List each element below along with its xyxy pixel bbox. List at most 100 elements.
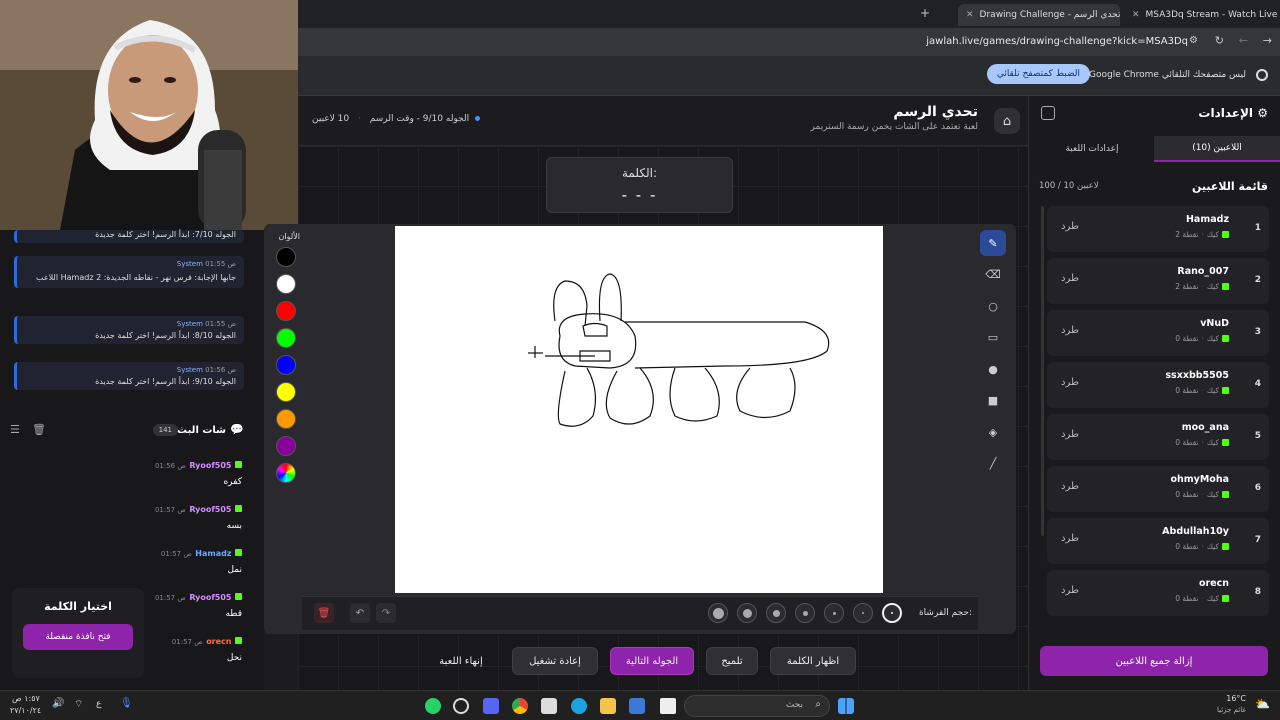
redo-button[interactable]: ↷ [376, 603, 396, 623]
line-tool[interactable]: ╱ [980, 451, 1006, 477]
circle-tool[interactable]: ○ [980, 293, 1006, 319]
player-platform: كيك [1206, 334, 1219, 343]
bucket-tool[interactable]: ◈ [980, 419, 1006, 445]
system-message: System 01:55 ص اللاعب Hamadz جابها الإجا… [14, 256, 244, 288]
open-window-button[interactable]: فتح نافذة منفصلة [23, 624, 133, 650]
fill-rect-tool[interactable]: ■ [980, 388, 1006, 414]
volume-icon[interactable]: 🔊 [52, 698, 64, 709]
drawing-canvas[interactable] [395, 226, 883, 593]
app-icon[interactable] [453, 698, 469, 714]
whatsapp-icon[interactable] [425, 698, 441, 714]
language-indicator[interactable]: ع [96, 699, 101, 709]
kick-player-button[interactable]: طرد [1061, 377, 1079, 388]
new-tab-icon[interactable]: + [920, 6, 930, 20]
chat-text: قطه [225, 609, 242, 619]
tab-game-settings[interactable]: إعدادات اللعبة [1029, 136, 1155, 162]
set-default-button[interactable]: الضبط كمتصفح تلقائي [986, 64, 1090, 84]
kick-player-button[interactable]: طرد [1061, 273, 1079, 284]
site-settings-icon[interactable]: ⚙ [1189, 35, 1198, 46]
chat-time: 01:57 ص [160, 550, 192, 558]
tab-drawing-challenge[interactable]: ✕ Drawing Challenge - تحدي الرسم [958, 4, 1120, 26]
fill-circle-tool[interactable]: ● [980, 356, 1006, 382]
kick-icon [1222, 491, 1229, 498]
settings-title: الإعدادات ⚙ [1198, 106, 1268, 120]
show-word-button[interactable]: اظهار الكلمة [770, 647, 856, 675]
color-swatch[interactable] [276, 247, 296, 267]
kick-player-button[interactable]: طرد [1061, 325, 1079, 336]
chrome-taskbar-icon[interactable] [512, 698, 528, 714]
color-swatch[interactable] [276, 328, 296, 348]
home-button[interactable]: ⌂ [994, 108, 1020, 134]
window-icon[interactable] [660, 698, 676, 714]
collapse-panel-icon[interactable] [1041, 106, 1055, 120]
brush-size-xl[interactable] [708, 603, 728, 623]
player-points: 2 نقطة [1175, 230, 1199, 239]
brush-size-m[interactable] [766, 603, 786, 623]
next-round-button[interactable]: الجوله التالية [610, 647, 694, 675]
eraser-tool[interactable]: ⌫ [980, 262, 1006, 288]
player-row: 8 orecn 0 نقطة · كيك طرد [1047, 570, 1269, 616]
eraser-icon: ⌫ [985, 268, 1001, 281]
trash-icon[interactable]: 🗑 [32, 423, 46, 436]
hint-button[interactable]: تلميح [706, 647, 758, 675]
kick-player-button[interactable]: طرد [1061, 533, 1079, 544]
tab-close-icon[interactable]: ✕ [966, 10, 974, 20]
remove-all-players-button[interactable]: إزالة جميع اللاعبين [1040, 646, 1268, 676]
kick-icon [235, 593, 242, 600]
photos-icon[interactable] [629, 698, 645, 714]
kick-player-button[interactable]: طرد [1061, 221, 1079, 232]
kick-player-button[interactable]: طرد [1061, 429, 1079, 440]
reload-icon[interactable]: ↻ [1215, 34, 1224, 47]
back-icon[interactable]: ← [1239, 34, 1248, 47]
mic-icon[interactable]: 🎙 [120, 698, 133, 709]
tab-close-icon[interactable]: ✕ [1132, 10, 1140, 20]
custom-color-swatch[interactable] [276, 463, 296, 483]
color-swatch[interactable] [276, 355, 296, 375]
folder-icon[interactable] [600, 698, 616, 714]
delete-button[interactable]: 🗑 [314, 603, 334, 623]
player-rank: 4 [1254, 379, 1261, 389]
game-header: ⌂ تحدي الرسم لعبة تعتمد على الشات يخمن ر… [298, 96, 1028, 146]
color-swatch[interactable] [276, 301, 296, 321]
brush-size-l[interactable] [737, 603, 757, 623]
brush-size-s[interactable] [795, 603, 815, 623]
tab-players[interactable]: اللاعبين (10) [1154, 136, 1280, 162]
restart-button[interactable]: إعادة تشغيل [512, 647, 598, 675]
chat-time: 01:57 ص [171, 638, 203, 646]
player-platform: كيك [1206, 542, 1219, 551]
rect-tool[interactable]: ▭ [980, 325, 1006, 351]
kick-player-button[interactable]: طرد [1061, 481, 1079, 492]
store-icon[interactable] [541, 698, 557, 714]
scrollbar[interactable] [1041, 206, 1044, 536]
edge-icon[interactable] [571, 698, 587, 714]
kick-icon [1222, 595, 1229, 602]
player-name: Abdullah10y [1162, 526, 1229, 537]
undo-button[interactable]: ↶ [350, 603, 370, 623]
player-platform: كيك [1206, 438, 1219, 447]
wifi-icon[interactable]: ⌔ [74, 698, 83, 711]
system-text: الجوله 9/10: ابدأ الرسم! اختر كلمة جديدة [95, 377, 236, 386]
player-platform: كيك [1206, 490, 1219, 499]
color-swatch[interactable] [276, 436, 296, 456]
forward-icon[interactable]: → [1263, 34, 1272, 47]
player-meta: 0 نقطة · كيك [1175, 542, 1229, 551]
brush-size-xxs[interactable] [853, 603, 873, 623]
brush-size-selected[interactable] [882, 603, 902, 623]
pencil-tool[interactable]: ✎ [980, 230, 1006, 256]
color-swatch[interactable] [276, 274, 296, 294]
kick-player-button[interactable]: طرد [1061, 585, 1079, 596]
system-sender: System [176, 320, 203, 328]
player-rank: 6 [1254, 483, 1261, 493]
discord-icon[interactable] [483, 698, 499, 714]
color-swatch[interactable] [276, 382, 296, 402]
filter-icon[interactable]: ☰ [10, 423, 20, 436]
windows-start-icon[interactable] [838, 698, 854, 714]
game-title: تحدي الرسم [893, 104, 978, 120]
color-swatch[interactable] [276, 409, 296, 429]
taskbar-search[interactable]: بحث ⌕ [684, 695, 830, 717]
end-game-button[interactable]: إنهاء اللعبة [422, 647, 500, 675]
tab-stream[interactable]: ✕ MSA3Dq Stream - Watch Live o... [1124, 4, 1280, 26]
brush-size-xs[interactable] [824, 603, 844, 623]
url-field[interactable]: jawlah.live/games/drawing-challenge?kick… [926, 36, 1188, 47]
system-text: الجوله 7/10: ابدأ الرسم! اختر كلمة جديدة [95, 230, 236, 239]
